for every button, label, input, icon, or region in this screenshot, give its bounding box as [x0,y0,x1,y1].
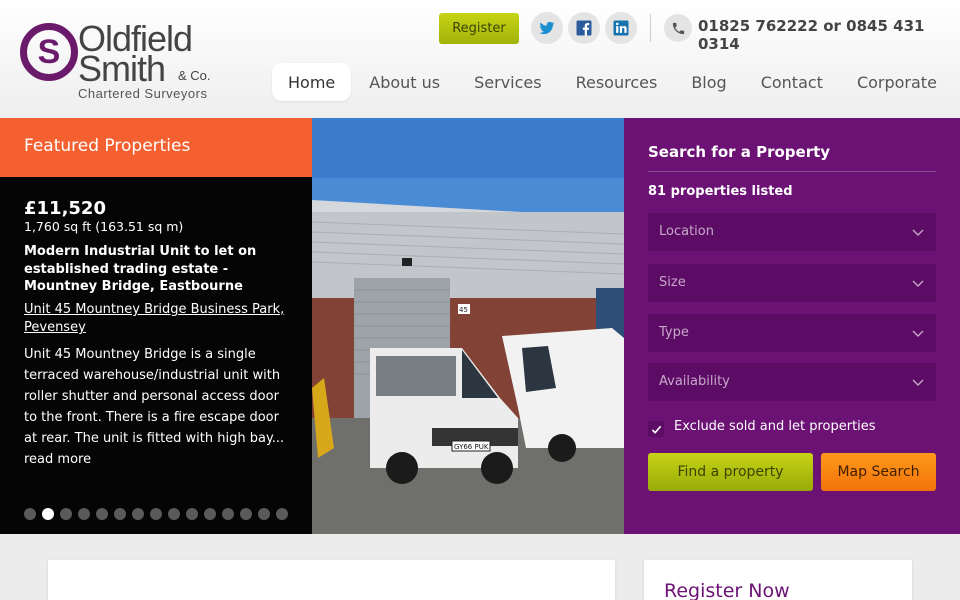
nav-resources[interactable]: Resources [560,63,674,101]
nav-blog[interactable]: Blog [675,63,742,101]
carousel-dot[interactable] [132,508,144,520]
nav-about-us[interactable]: About us [353,63,456,101]
carousel-dots [24,508,294,520]
property-photo[interactable]: 45 GY66 PUK [312,118,624,534]
carousel-dot[interactable] [78,508,90,520]
facebook-icon[interactable] [568,12,600,44]
property-price: £11,520 [24,198,106,219]
chevron-down-icon [912,379,924,386]
carousel-dot[interactable] [60,508,72,520]
exclude-sold-label[interactable]: Exclude sold and let properties [674,419,876,434]
exclude-sold-checkbox[interactable] [648,421,664,437]
carousel-dot[interactable] [186,508,198,520]
carousel-dot[interactable] [114,508,126,520]
nav-services[interactable]: Services [458,63,557,101]
location-select-label: Location [659,224,714,239]
map-search-button[interactable]: Map Search [821,453,936,491]
nav-contact[interactable]: Contact [745,63,839,101]
nav-corporate[interactable]: Corporate [841,63,953,101]
featured-properties-heading: Featured Properties [0,118,312,177]
carousel-dot[interactable] [204,508,216,520]
carousel-dot[interactable] [276,508,288,520]
location-select[interactable]: Location [648,213,936,251]
availability-select[interactable]: Availability [648,363,936,401]
nav-home[interactable]: Home [272,63,352,101]
phone-icon [664,14,692,42]
register-now-heading[interactable]: Register Now [664,580,790,600]
read-more-link[interactable]: read more [24,452,91,467]
size-select[interactable]: Size [648,264,936,302]
property-description-text: Unit 45 Mountney Bridge is a single terr… [24,347,285,446]
type-select-label: Type [659,325,689,340]
header-divider [650,14,651,42]
carousel-dot[interactable] [168,508,180,520]
register-now-card: Register Now [644,560,912,600]
carousel-dot[interactable] [24,508,36,520]
search-divider [648,171,936,172]
property-search-panel: Search for a Property 81 properties list… [624,118,960,534]
carousel-dot[interactable] [42,508,54,520]
carousel-dot[interactable] [240,508,252,520]
logo-smith: Smith [78,48,166,89]
property-title: Modern Industrial Unit to let on establi… [24,244,257,294]
check-icon [651,425,661,434]
linkedin-icon[interactable] [605,12,637,44]
chevron-down-icon [912,280,924,287]
find-property-button[interactable]: Find a property [648,453,813,491]
phone-numbers[interactable]: 01825 762222 or 0845 431 0314 [698,17,960,53]
van-number-plate: GY66 PUK [454,443,489,451]
register-button[interactable]: Register [439,13,519,44]
main-nav: Home About us Services Resources Blog Co… [272,63,955,103]
logo[interactable]: S Oldfield Smith & Co. Chartered Surveyo… [20,18,220,104]
carousel-dot[interactable] [150,508,162,520]
twitter-icon[interactable] [531,12,563,44]
logo-tagline: Chartered Surveyors [78,86,208,101]
featured-property-panel: £11,520 1,760 sq ft (163.51 sq m) Modern… [0,177,312,534]
property-address-link[interactable]: Unit 45 Mountney Bridge Business Park, P… [24,301,294,337]
logo-initial: S [37,32,61,71]
properties-count: 81 properties listed [648,184,793,199]
chevron-down-icon [912,330,924,337]
content-card [48,560,615,600]
logo-co: & Co. [178,68,211,83]
property-description: Unit 45 Mountney Bridge is a single terr… [24,344,294,470]
carousel-dot[interactable] [258,508,270,520]
property-photo-image: 45 GY66 PUK [312,118,624,534]
chevron-down-icon [912,229,924,236]
carousel-dot[interactable] [96,508,108,520]
availability-select-label: Availability [659,374,730,389]
site-header: S Oldfield Smith & Co. Chartered Surveyo… [0,0,960,118]
property-size: 1,760 sq ft (163.51 sq m) [24,219,184,234]
search-title: Search for a Property [648,143,831,161]
size-select-label: Size [659,275,686,290]
type-select[interactable]: Type [648,314,936,352]
unit-number-sign: 45 [459,306,468,314]
carousel-dot[interactable] [222,508,234,520]
